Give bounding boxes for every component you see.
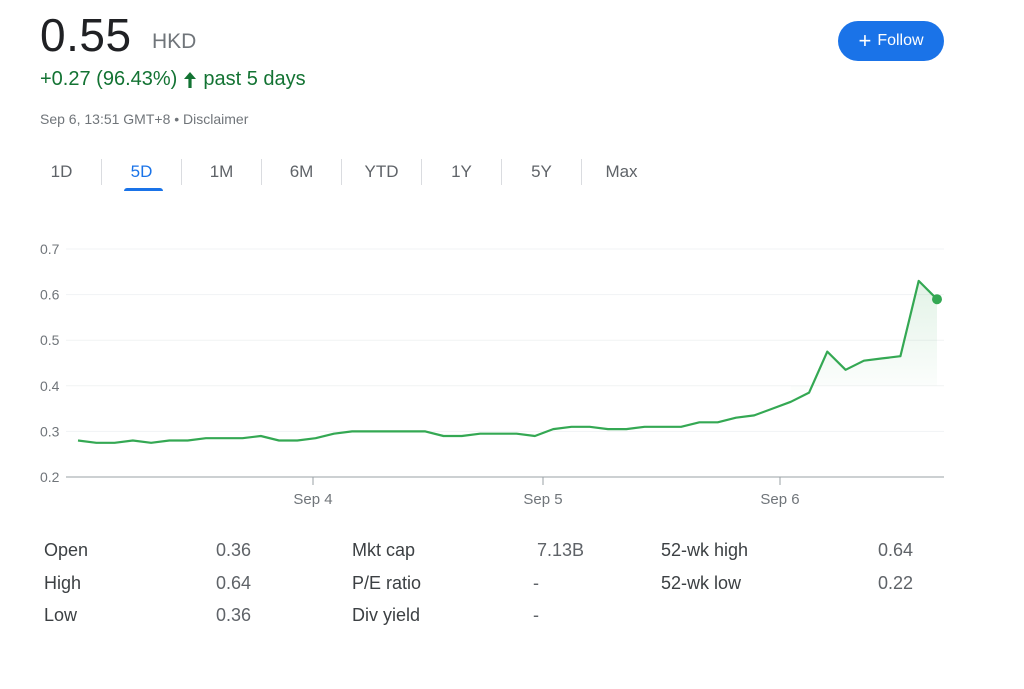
stat-value-high: 0.64 bbox=[215, 573, 251, 593]
price-chart-svg: 0.2 0.3 0.4 0.5 0.6 0.7 Sep 4 Sep 5 Sep 6 bbox=[40, 241, 944, 508]
x-tick-label: Sep 6 bbox=[760, 491, 799, 508]
currency-label: HKD bbox=[152, 30, 197, 53]
tab-1d[interactable]: 1D bbox=[22, 153, 101, 191]
stat-value-mkt-cap: 7.13B bbox=[536, 540, 584, 560]
current-price-dot bbox=[932, 294, 942, 305]
stat-label-high: High bbox=[44, 573, 82, 593]
stat-label-div-yield: Div yield bbox=[352, 605, 421, 625]
price-chart[interactable]: 0.2 0.3 0.4 0.5 0.6 0.7 Sep 4 Sep 5 Sep 6 bbox=[0, 225, 1024, 525]
price-change: +0.27 (96.43%) bbox=[40, 68, 178, 90]
y-tick-label: 0.7 bbox=[40, 241, 60, 257]
price-change-row: +0.27 (96.43%) past 5 days bbox=[40, 68, 306, 91]
y-tick-label: 0.5 bbox=[40, 332, 60, 348]
disclaimer-link[interactable]: Disclaimer bbox=[183, 111, 248, 127]
tab-max[interactable]: Max bbox=[582, 153, 661, 191]
stat-value-52wk-high: 0.64 bbox=[877, 540, 913, 560]
y-tick-label: 0.4 bbox=[40, 378, 60, 394]
stat-label-52wk-low: 52-wk low bbox=[661, 573, 742, 593]
stat-value-div-yield: - bbox=[533, 605, 539, 625]
y-tick-label: 0.3 bbox=[40, 423, 60, 439]
meta-separator: • bbox=[174, 111, 180, 127]
stat-value-pe-ratio: - bbox=[533, 573, 539, 593]
change-period: past 5 days bbox=[203, 68, 306, 90]
up-arrow-icon bbox=[184, 71, 197, 88]
stat-label-mkt-cap: Mkt cap bbox=[352, 540, 416, 560]
x-tick-label: Sep 4 bbox=[293, 491, 332, 508]
stat-value-low: 0.36 bbox=[215, 605, 251, 625]
tab-1y[interactable]: 1Y bbox=[422, 153, 501, 191]
stat-label-open: Open bbox=[44, 540, 89, 560]
stat-label-pe-ratio: P/E ratio bbox=[352, 573, 422, 593]
y-tick-label: 0.6 bbox=[40, 287, 60, 303]
tab-5d[interactable]: 5D bbox=[102, 153, 181, 191]
stat-value-52wk-low: 0.22 bbox=[877, 573, 913, 593]
follow-label: Follow bbox=[877, 32, 924, 49]
stat-value-open: 0.36 bbox=[215, 540, 251, 560]
tab-6m[interactable]: 6M bbox=[262, 153, 341, 191]
x-tick-label: Sep 5 bbox=[523, 491, 562, 508]
price-line bbox=[77, 279, 938, 444]
tab-1m[interactable]: 1M bbox=[182, 153, 261, 191]
stock-quote-page: 0.55 HKD +0.27 (96.43%) past 5 days Sep … bbox=[0, 0, 1024, 689]
price-value: 0.55 bbox=[40, 9, 132, 61]
meta-row: Sep 6, 13:51 GMT+8 • Disclaimer bbox=[40, 111, 248, 127]
plus-icon: + bbox=[858, 28, 872, 53]
range-tabs: 1D 5D 1M 6M YTD 1Y 5Y Max bbox=[22, 152, 661, 192]
y-tick-label: 0.2 bbox=[40, 469, 60, 485]
stats-table: Open 0.36 High 0.64 Low 0.36 Mkt cap 7.1… bbox=[0, 532, 1024, 642]
follow-button[interactable]: + Follow bbox=[838, 21, 944, 61]
tab-5y[interactable]: 5Y bbox=[502, 153, 581, 191]
tab-ytd[interactable]: YTD bbox=[342, 153, 421, 191]
timestamp: Sep 6, 13:51 GMT+8 bbox=[40, 111, 171, 127]
stat-label-52wk-high: 52-wk high bbox=[661, 540, 749, 560]
stat-label-low: Low bbox=[44, 605, 78, 625]
